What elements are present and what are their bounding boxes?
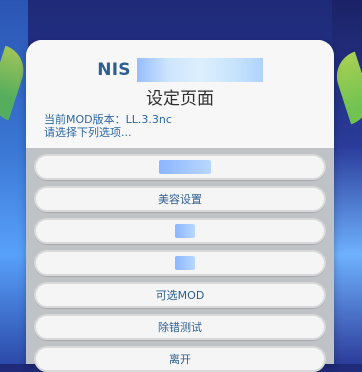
redacted-label-mosaic — [175, 224, 195, 238]
redacted-title-mosaic — [136, 58, 263, 82]
beauty-settings-button[interactable]: 美容设置 — [34, 186, 326, 212]
optional-mod-button[interactable]: 可选MOD — [34, 282, 326, 308]
decorative-leaf-icon — [330, 51, 362, 125]
mod-info: 当前MOD版本：LL.3.3nc 请选择下列选项... — [44, 113, 324, 139]
select-option-prompt: 请选择下列选项... — [44, 126, 132, 139]
mod-version-text: 当前MOD版本：LL.3.3nc — [44, 113, 172, 126]
leave-label: 离开 — [169, 353, 191, 366]
debug-test-button[interactable]: 除错测试 — [34, 314, 326, 340]
menu-item-4-button[interactable] — [34, 250, 326, 276]
beauty-settings-label: 美容设置 — [158, 193, 202, 206]
title-prefix: NIS — [97, 60, 131, 80]
redacted-label-mosaic — [175, 256, 195, 270]
panel-header: NIS 设定页面 当前MOD版本：LL.3.3nc 请选择下列选项... — [26, 40, 334, 148]
redacted-label-mosaic — [159, 160, 211, 174]
menu-item-1-button[interactable] — [34, 154, 326, 180]
title-line-2: 设定页面 — [146, 89, 214, 109]
debug-test-label: 除错测试 — [158, 321, 202, 334]
background-left — [0, 0, 31, 364]
panel-title: NIS 设定页面 — [26, 58, 334, 109]
settings-panel: NIS 设定页面 当前MOD版本：LL.3.3nc 请选择下列选项... 美容设… — [26, 40, 334, 372]
menu-item-3-button[interactable] — [34, 218, 326, 244]
leave-button[interactable]: 离开 — [34, 346, 326, 372]
title-line-1: NIS — [97, 58, 263, 82]
menu-list: 美容设置 可选MOD 除错测试 离开 — [26, 148, 334, 372]
background-right — [330, 0, 362, 364]
optional-mod-label: 可选MOD — [155, 289, 205, 302]
